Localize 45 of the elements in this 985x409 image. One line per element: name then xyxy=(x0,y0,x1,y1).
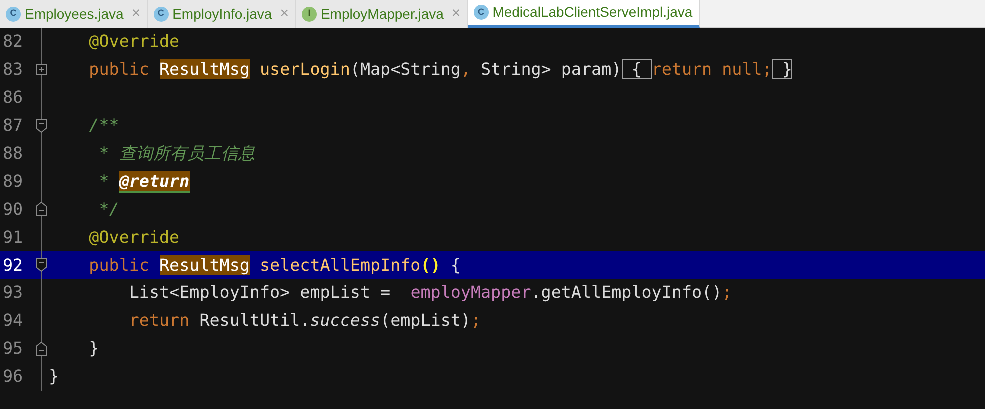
line-number: 83 xyxy=(2,58,24,82)
close-icon[interactable]: × xyxy=(132,2,141,26)
line-number: 95 xyxy=(2,337,24,360)
line-number: 86 xyxy=(2,86,24,110)
collapse-icon[interactable] xyxy=(36,202,47,216)
line-number: 93 xyxy=(2,281,24,304)
file-type-icon: C xyxy=(474,5,489,20)
expand-icon[interactable] xyxy=(36,64,47,76)
code-line: return ResultUtil.success(empList); xyxy=(128,309,482,332)
code-line: @Override xyxy=(88,226,180,249)
code-line: } xyxy=(49,365,60,388)
collapse-icon[interactable] xyxy=(36,342,47,356)
code-line: * 查询所有员工信息 xyxy=(98,142,256,165)
code-line: public ResultMsg selectAllEmpInfo() { xyxy=(88,254,461,277)
close-icon[interactable]: × xyxy=(452,2,461,26)
code-line: public ResultMsg userLogin(Map<String, String> param) { return null; } xyxy=(88,58,792,82)
collapse-icon[interactable] xyxy=(36,258,47,272)
line-number: 91 xyxy=(2,226,24,249)
line-number: 87 xyxy=(2,114,24,138)
code-line: /** xyxy=(88,114,120,138)
close-icon[interactable]: × xyxy=(280,2,289,26)
line-number: 82 xyxy=(2,30,24,54)
line-number: 89 xyxy=(2,170,24,193)
editor-tab[interactable]: C Employees.java × xyxy=(0,0,148,28)
code-line: List<EmployInfo> empList = employMapper.getAllEmployInfo(); xyxy=(128,281,732,304)
code-line: */ xyxy=(98,198,120,221)
file-type-icon: C xyxy=(154,6,169,22)
line-number: 96 xyxy=(2,365,24,388)
tab-label[interactable]: Employees.java xyxy=(25,4,124,24)
editor-tab[interactable]: C MedicalLabClientServeImpl.java xyxy=(468,0,700,28)
file-type-icon: I xyxy=(302,6,317,22)
code-line: } xyxy=(88,337,100,360)
line-number: 90 xyxy=(2,198,24,221)
line-number: 92 xyxy=(2,254,24,277)
code-line: * @return xyxy=(98,170,190,194)
collapse-icon[interactable] xyxy=(36,118,47,133)
line-number: 94 xyxy=(2,309,24,332)
file-type-icon: C xyxy=(6,6,21,22)
line-number: 88 xyxy=(2,142,24,165)
tab-label[interactable]: EmployInfo.java xyxy=(172,4,272,24)
editor-tab[interactable]: I EmployMapper.java × xyxy=(296,0,468,28)
code-line: @Override xyxy=(88,30,180,54)
tab-label[interactable]: MedicalLabClientServeImpl.java xyxy=(492,2,693,23)
editor-tab[interactable]: C EmployInfo.java × xyxy=(148,0,296,28)
tab-label[interactable]: EmployMapper.java xyxy=(320,4,444,24)
